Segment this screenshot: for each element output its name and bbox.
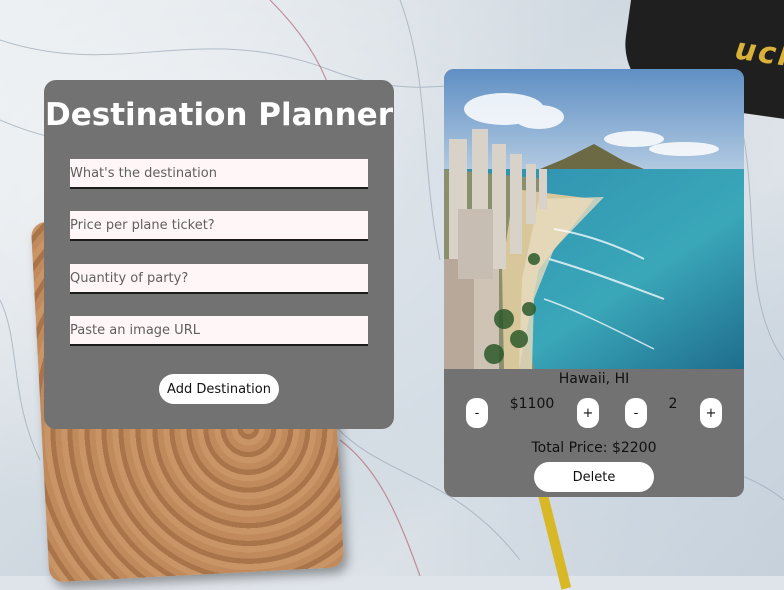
price-increment-button[interactable]: + bbox=[577, 398, 599, 428]
delete-button[interactable]: Delete bbox=[534, 462, 654, 492]
destination-input[interactable] bbox=[70, 159, 368, 189]
page-title: Destination Planner bbox=[45, 97, 393, 133]
ticket-price-input[interactable] bbox=[70, 211, 368, 241]
destination-card: Hawaii, HI - $1100 + - 2 + Total Price: … bbox=[444, 69, 744, 497]
add-destination-button[interactable]: Add Destination bbox=[159, 374, 279, 404]
total-price: Total Price: $2200 bbox=[531, 440, 657, 456]
destination-photo bbox=[444, 69, 744, 369]
quantity-value: 2 bbox=[668, 396, 678, 412]
image-url-input[interactable] bbox=[70, 316, 368, 346]
destination-name: Hawaii, HI bbox=[558, 371, 630, 387]
price-decrement-button[interactable]: - bbox=[466, 398, 488, 428]
party-quantity-input[interactable] bbox=[70, 264, 368, 294]
quantity-decrement-button[interactable]: - bbox=[625, 398, 647, 428]
ticket-price-value: $1100 bbox=[509, 396, 555, 412]
quantity-increment-button[interactable]: + bbox=[700, 398, 722, 428]
